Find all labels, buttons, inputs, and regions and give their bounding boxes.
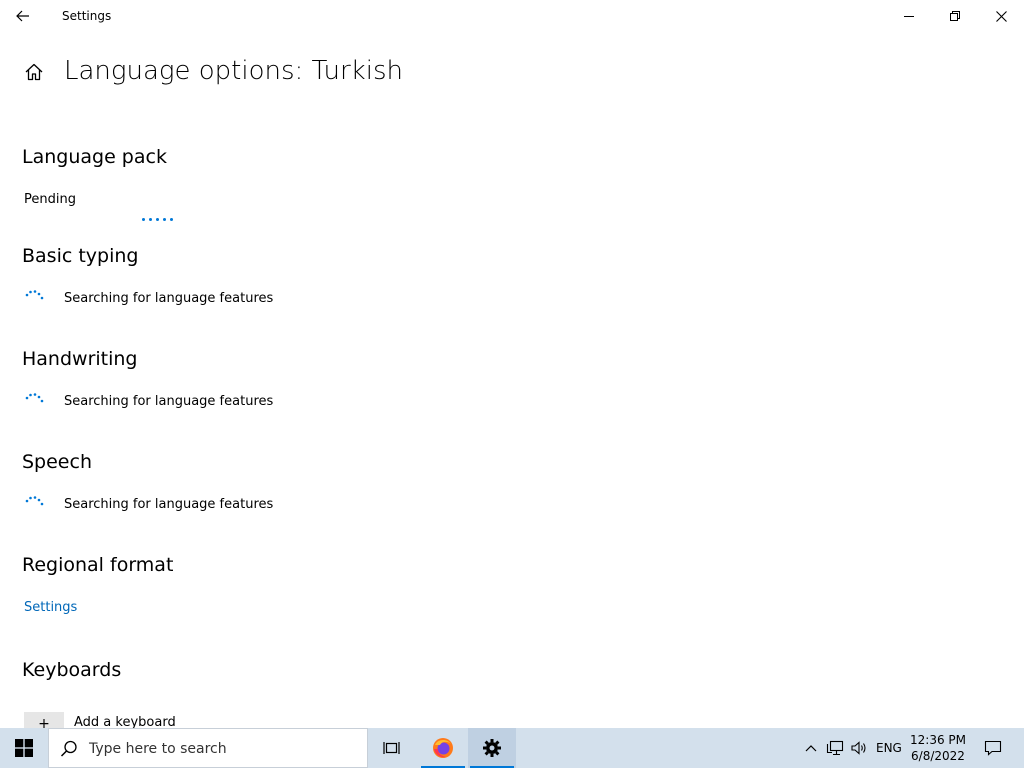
handwriting-status: Searching for language features bbox=[64, 394, 274, 409]
regional-format-settings-link[interactable]: Settings bbox=[24, 600, 77, 615]
close-icon bbox=[995, 10, 1007, 22]
title-bar: Settings bbox=[0, 0, 1024, 32]
app-title: Settings bbox=[62, 9, 112, 23]
handwriting-heading: Handwriting bbox=[22, 348, 138, 370]
back-button[interactable] bbox=[0, 0, 46, 32]
speech-heading: Speech bbox=[22, 451, 92, 473]
settings-taskbar-button[interactable] bbox=[468, 728, 516, 768]
network-button[interactable] bbox=[824, 728, 846, 768]
network-icon bbox=[826, 740, 844, 756]
basic-typing-status: Searching for language features bbox=[64, 291, 274, 306]
loading-spinner-icon bbox=[25, 393, 44, 403]
notification-icon bbox=[984, 740, 1002, 756]
loading-spinner-icon bbox=[25, 496, 44, 506]
language-pack-heading: Language pack bbox=[22, 146, 167, 168]
firefox-taskbar-button[interactable] bbox=[419, 728, 467, 768]
page-title: Language options: Turkish bbox=[64, 56, 403, 86]
clock-time: 12:36 PM bbox=[910, 733, 966, 747]
keyboards-heading: Keyboards bbox=[22, 659, 122, 681]
input-language-indicator[interactable]: ENG bbox=[876, 741, 902, 755]
task-view-button[interactable] bbox=[368, 728, 416, 768]
task-view-icon bbox=[383, 742, 400, 754]
search-icon bbox=[60, 740, 77, 757]
home-icon bbox=[25, 63, 43, 81]
chevron-up-icon bbox=[805, 745, 817, 752]
start-button[interactable] bbox=[0, 728, 48, 768]
close-button[interactable] bbox=[978, 0, 1024, 32]
language-pack-status: Pending bbox=[24, 192, 76, 207]
taskbar: Type here to search ENG 12:36 PM 6/8/202… bbox=[0, 728, 1024, 768]
restore-icon bbox=[950, 11, 960, 21]
firefox-icon bbox=[433, 738, 453, 758]
regional-format-heading: Regional format bbox=[22, 554, 174, 576]
action-center-button[interactable] bbox=[978, 728, 1008, 768]
speaker-icon bbox=[851, 741, 866, 755]
windows-logo-icon bbox=[15, 739, 33, 757]
speech-status: Searching for language features bbox=[64, 497, 274, 512]
settings-gear-icon bbox=[483, 739, 501, 757]
show-hidden-icons-button[interactable] bbox=[800, 728, 822, 768]
taskbar-clock[interactable]: 12:36 PM 6/8/2022 bbox=[906, 732, 970, 764]
taskbar-search-box[interactable]: Type here to search bbox=[48, 728, 368, 768]
progress-dots-icon bbox=[142, 218, 173, 221]
search-placeholder: Type here to search bbox=[89, 741, 227, 757]
volume-button[interactable] bbox=[848, 728, 870, 768]
minimize-icon bbox=[904, 16, 914, 17]
home-button[interactable] bbox=[20, 58, 48, 86]
loading-spinner-icon bbox=[25, 290, 44, 300]
back-arrow-icon bbox=[16, 10, 29, 22]
restore-button[interactable] bbox=[932, 0, 978, 32]
basic-typing-heading: Basic typing bbox=[22, 245, 139, 267]
minimize-button[interactable] bbox=[886, 0, 932, 32]
clock-date: 6/8/2022 bbox=[911, 749, 965, 763]
